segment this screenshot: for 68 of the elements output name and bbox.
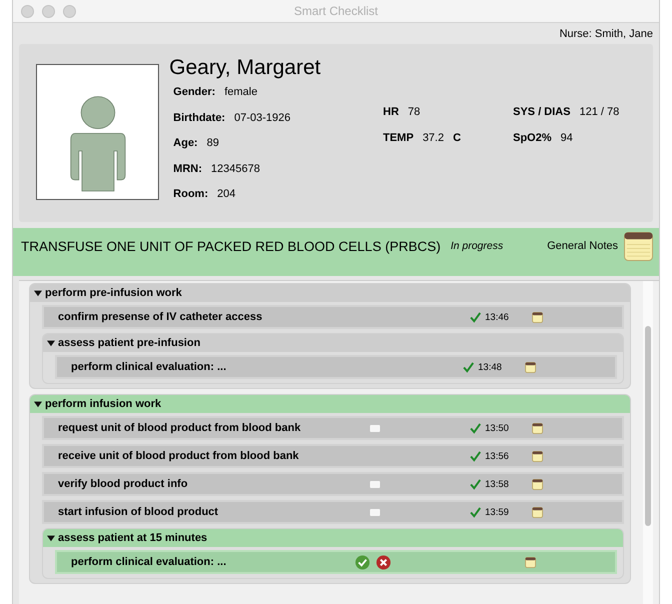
- vital-label: HR: [383, 106, 399, 118]
- notepad-icon[interactable]: [525, 556, 536, 568]
- step-label: perform clinical evaluation: ...: [70, 556, 228, 568]
- field-value: 204: [217, 188, 236, 200]
- vital-value: 121 / 78: [579, 106, 620, 118]
- notepad-icon[interactable]: [532, 422, 543, 434]
- field-value: female: [224, 86, 258, 98]
- task-title: TRANSFUSE ONE UNIT OF PACKED RED BLOOD CELLS (PRBCS): [21, 238, 441, 254]
- checklist-step[interactable]: perform clinical evaluation: ... 13:48: [55, 355, 617, 379]
- checklist-step[interactable]: receive unit of blood product from blood bank 13:56: [42, 444, 624, 468]
- step-label: confirm presense of IV catheter access: [57, 311, 264, 323]
- nurse-name: Nurse: Smith, Jane: [559, 28, 653, 40]
- expanded-triangle-icon[interactable]: [47, 339, 55, 347]
- notepad-icon[interactable]: [532, 312, 543, 322]
- group-label: perform pre-infusion work: [45, 287, 182, 299]
- scrollbar[interactable]: [643, 281, 653, 604]
- field-value: 12345678: [211, 162, 260, 174]
- vital-value: 37.2: [422, 132, 444, 144]
- group-label: perform infusion work: [45, 398, 162, 410]
- completion-time: 13:48: [478, 362, 502, 372]
- checklist-step[interactable]: start infusion of blood product 13:59: [42, 500, 624, 524]
- reject-button[interactable]: [376, 554, 391, 570]
- field-label: Birthdate:: [173, 112, 226, 124]
- patient-name: Geary, Margaret: [169, 56, 322, 80]
- step-label: receive unit of blood product from blood bank: [57, 450, 300, 462]
- checklist-step[interactable]: perform clinical evaluation: ...: [55, 550, 617, 574]
- step-label: start infusion of blood product: [57, 506, 220, 518]
- group-header[interactable]: perform pre-infusion work: [30, 284, 630, 302]
- vital-value: 78: [408, 106, 420, 118]
- field-label: MRN:: [173, 162, 202, 174]
- field-label: Room:: [173, 188, 208, 200]
- completion-time: 13:58: [485, 478, 509, 490]
- notepad-icon[interactable]: [532, 478, 543, 490]
- vital-label: SYS / DIAS: [513, 106, 570, 118]
- completion-time: 13:50: [485, 422, 509, 434]
- notepad-icon[interactable]: [624, 232, 653, 260]
- notepad-icon[interactable]: [532, 506, 543, 518]
- vital-label: TEMP: [383, 132, 414, 144]
- completion-time: 13:46: [485, 312, 509, 322]
- window-title: Smart Checklist: [294, 4, 378, 18]
- checklist-step[interactable]: request unit of blood product from blood bank 13:50: [42, 416, 624, 440]
- accept-button[interactable]: [355, 554, 370, 570]
- completion-time: 13:56: [485, 450, 509, 462]
- expanded-triangle-icon[interactable]: [34, 400, 42, 408]
- group-header[interactable]: assess patient pre-infusion: [43, 334, 623, 352]
- checklist-step[interactable]: verify blood product info 13:58: [42, 472, 624, 496]
- field-value: 07-03-1926: [234, 112, 291, 124]
- notepad-icon[interactable]: [532, 450, 543, 462]
- checklist-step[interactable]: confirm presense of IV catheter access 13:46: [42, 305, 624, 329]
- group-header[interactable]: perform infusion work: [30, 395, 630, 413]
- field-label: Age:: [173, 137, 198, 149]
- vital-value: 94: [560, 132, 573, 144]
- vital-label: SpO2%: [513, 132, 552, 144]
- group-label: assess patient pre-infusion: [58, 337, 200, 349]
- step-label: request unit of blood product from blood bank: [57, 422, 302, 434]
- general-notes-label: General Notes: [547, 240, 618, 252]
- completion-time: 13:59: [485, 506, 509, 518]
- notepad-icon[interactable]: [525, 362, 536, 372]
- field-label: Gender:: [173, 86, 216, 98]
- task-status: In progress: [450, 240, 504, 252]
- expanded-triangle-icon[interactable]: [47, 534, 55, 542]
- expanded-triangle-icon[interactable]: [34, 289, 42, 297]
- group-label: assess patient at 15 minutes: [58, 532, 208, 544]
- vital-unit: C: [452, 132, 461, 144]
- group-header[interactable]: assess patient at 15 minutes: [43, 529, 623, 547]
- step-label: verify blood product info: [57, 478, 189, 490]
- step-label: perform clinical evaluation: ...: [70, 361, 228, 373]
- field-value: 89: [206, 137, 219, 149]
